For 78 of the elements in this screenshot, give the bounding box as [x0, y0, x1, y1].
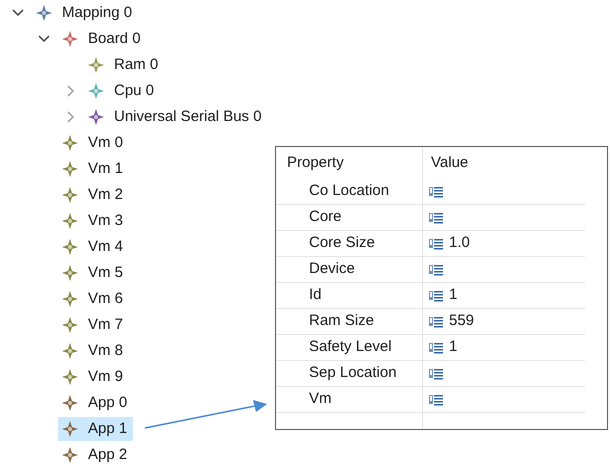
- diamond-icon: [62, 213, 78, 229]
- diamond-icon: [62, 135, 78, 151]
- tree-item-label: Universal Serial Bus 0: [114, 106, 262, 127]
- diamond-icon: [62, 395, 78, 411]
- property-value: 1: [449, 337, 458, 358]
- property-name: Safety Level: [276, 335, 423, 360]
- diamond-icon: [62, 317, 78, 333]
- tree-item-label: Ram 0: [114, 54, 158, 75]
- list-icon: [429, 186, 443, 198]
- tree-item[interactable]: Mapping 0: [32, 1, 138, 25]
- tree-item-label: Cpu 0: [114, 80, 154, 101]
- tree-item-label: Vm 3: [88, 210, 124, 231]
- list-icon: [429, 394, 443, 406]
- property-name: Core: [276, 205, 423, 230]
- tree-item[interactable]: Vm 0: [58, 131, 130, 155]
- diamond-icon: [62, 291, 78, 307]
- list-icon: [429, 342, 443, 354]
- tree-item-label: Vm 2: [88, 184, 124, 205]
- tree-item-label: Vm 0: [88, 132, 124, 153]
- diamond-icon: [88, 83, 104, 99]
- property-value: 559: [449, 311, 474, 332]
- property-name: Sep Location: [276, 361, 423, 386]
- property-name: Core Size: [276, 231, 423, 256]
- tree-item[interactable]: Vm 5: [58, 261, 130, 285]
- tree-item[interactable]: Vm 2: [58, 183, 130, 207]
- tree-item[interactable]: Vm 4: [58, 235, 130, 259]
- diamond-icon: [88, 57, 104, 73]
- tree-item-label: Vm 1: [88, 158, 124, 179]
- diamond-icon: [62, 421, 78, 437]
- diamond-icon: [88, 109, 104, 125]
- tree-item[interactable]: App 2: [58, 443, 134, 467]
- tree-item[interactable]: Vm 3: [58, 209, 130, 233]
- property-name: Device: [276, 257, 423, 282]
- property-value: 1.0: [449, 233, 470, 254]
- list-icon: [429, 264, 443, 276]
- diamond-icon: [62, 187, 78, 203]
- property-name: Vm: [276, 387, 423, 412]
- tree-item-label: Vm 6: [88, 288, 124, 309]
- column-header: Property: [276, 147, 423, 179]
- tree-item[interactable]: Ram 0: [84, 53, 164, 77]
- tree-item-label: Board 0: [88, 28, 141, 49]
- diamond-icon: [62, 265, 78, 281]
- list-icon: [429, 290, 443, 302]
- list-icon: [429, 238, 443, 250]
- property-value: 1: [449, 285, 458, 306]
- tree-item-label: Vm 9: [88, 366, 124, 387]
- property-name: Ram Size: [276, 309, 423, 334]
- list-icon: [429, 368, 443, 380]
- tree-item[interactable]: Vm 7: [58, 313, 130, 337]
- diamond-icon: [62, 447, 78, 463]
- tree-item[interactable]: App 1: [58, 417, 134, 441]
- tree-item[interactable]: Vm 8: [58, 339, 130, 363]
- diamond-icon: [62, 369, 78, 385]
- column-header: Value: [430, 152, 468, 173]
- list-icon: [429, 212, 443, 224]
- tree-item[interactable]: Cpu 0: [84, 79, 160, 103]
- property-name: Co Location: [276, 179, 423, 204]
- tree-item[interactable]: Vm 9: [58, 365, 130, 389]
- tree-item-label: App 1: [88, 418, 128, 439]
- list-icon: [429, 316, 443, 328]
- tree-item[interactable]: Universal Serial Bus 0: [84, 105, 268, 129]
- property-name: Id: [276, 283, 423, 308]
- tree-item[interactable]: Vm 6: [58, 287, 130, 311]
- diamond-icon: [62, 31, 78, 47]
- tree-item-label: App 2: [88, 444, 128, 465]
- tree-item-label: App 0: [88, 392, 128, 413]
- diamond-icon: [62, 343, 78, 359]
- diamond-icon: [36, 5, 52, 21]
- diamond-icon: [62, 239, 78, 255]
- tree-item-label: Vm 4: [88, 236, 124, 257]
- tree-item-label: Vm 8: [88, 340, 124, 361]
- tree-item-label: Vm 7: [88, 314, 124, 335]
- diamond-icon: [62, 161, 78, 177]
- tree-item[interactable]: Vm 1: [58, 157, 130, 181]
- tree-item-label: Mapping 0: [62, 2, 132, 23]
- tree-item[interactable]: Board 0: [58, 27, 147, 51]
- tree-item[interactable]: App 0: [58, 391, 134, 415]
- tree-item-label: Vm 5: [88, 262, 124, 283]
